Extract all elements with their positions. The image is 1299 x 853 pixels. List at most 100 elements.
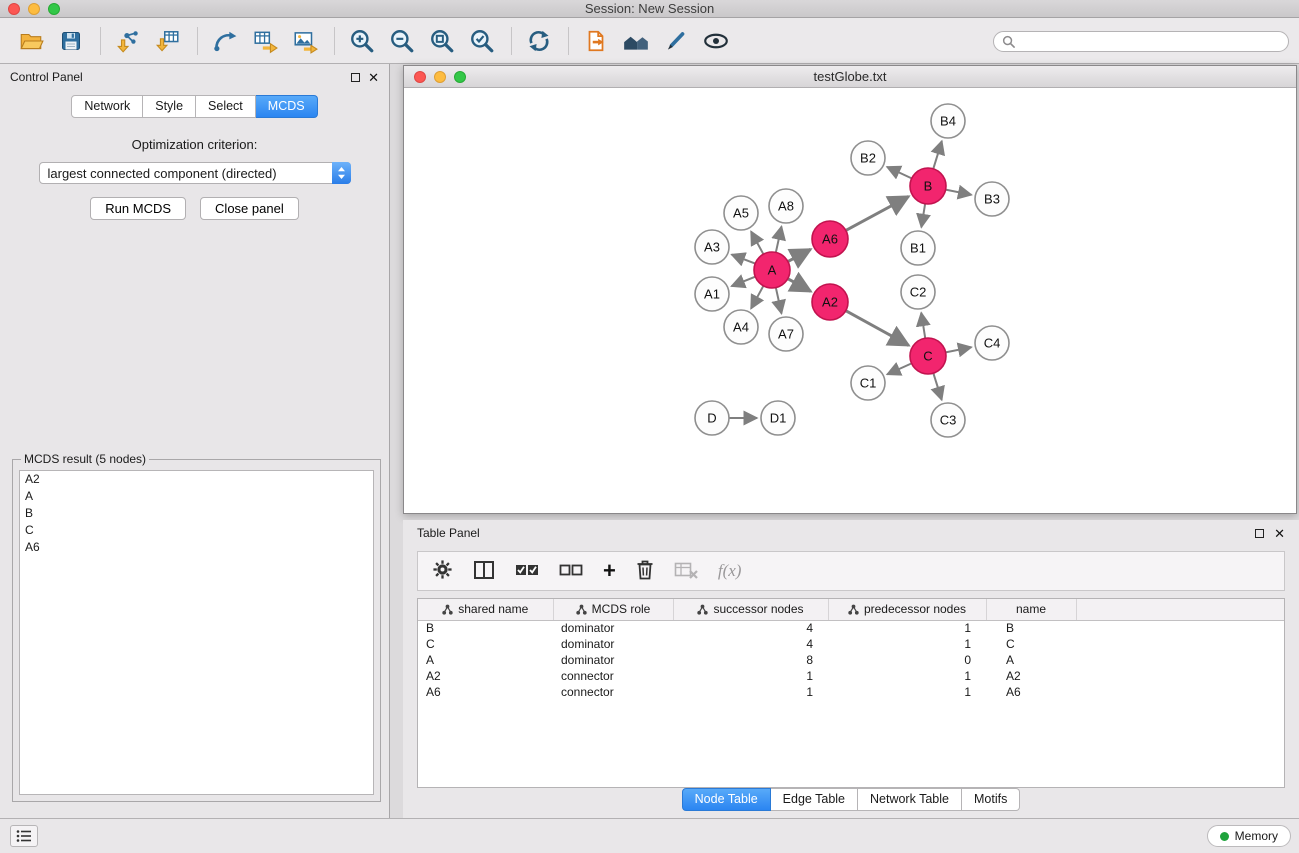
column-header-predecessor-nodes[interactable]: predecessor nodes	[828, 599, 986, 620]
graph-edge-C-C3[interactable]	[933, 373, 941, 400]
graph-edge-B-B4[interactable]	[933, 141, 942, 169]
delete-table-button[interactable]	[674, 561, 698, 582]
graph-edge-A-A6[interactable]	[788, 249, 811, 261]
table-cell[interactable]: C	[986, 636, 1076, 652]
close-panel-icon[interactable]: ✕	[1274, 527, 1285, 540]
column-header-name[interactable]: name	[986, 599, 1076, 620]
tab-edge-table[interactable]: Edge Table	[771, 788, 858, 811]
table-cell[interactable]: 1	[828, 636, 986, 652]
table-cell[interactable]: 1	[828, 620, 986, 636]
save-session-button[interactable]	[54, 24, 88, 58]
toolbar-search[interactable]	[993, 31, 1289, 52]
table-cell[interactable]: B	[986, 620, 1076, 636]
graph-edge-C-C2[interactable]	[921, 313, 925, 338]
table-cell[interactable]: C	[418, 636, 553, 652]
table-cell[interactable]: 1	[673, 668, 828, 684]
deselect-all-button[interactable]	[559, 562, 583, 581]
table-row[interactable]: Cdominator41C	[418, 636, 1284, 652]
network-graph[interactable]: B4B2BB3A8A5A6A3B1AC2A1A2A4A7C4CC1C3DD1	[404, 88, 1296, 513]
graph-edge-A-A3[interactable]	[732, 255, 756, 264]
result-item[interactable]: A2	[20, 471, 373, 488]
table-cell[interactable]: connector	[553, 684, 673, 700]
graph-edge-C-C1[interactable]	[887, 363, 911, 374]
table-row[interactable]: A6connector11A6	[418, 684, 1284, 700]
table-cell[interactable]: 1	[828, 668, 986, 684]
graph-edge-C-C4[interactable]	[946, 347, 972, 352]
graph-edge-A-A4[interactable]	[751, 286, 763, 309]
tab-style[interactable]: Style	[143, 95, 196, 118]
close-panel-icon[interactable]: ✕	[368, 71, 379, 84]
table-row[interactable]: Adominator80A	[418, 652, 1284, 668]
zoom-in-button[interactable]	[345, 24, 379, 58]
table-cell[interactable]: 4	[673, 620, 828, 636]
style-tool-button[interactable]	[659, 24, 693, 58]
optimization-criterion-dropdown[interactable]: largest connected component (directed)	[39, 162, 351, 184]
delete-button[interactable]	[636, 559, 654, 583]
table-cell[interactable]: dominator	[553, 652, 673, 668]
refresh-button[interactable]	[522, 24, 556, 58]
table-cell[interactable]: A6	[986, 684, 1076, 700]
table-row[interactable]: A2connector11A2	[418, 668, 1284, 684]
result-item[interactable]: B	[20, 505, 373, 522]
split-column-button[interactable]	[473, 560, 495, 583]
mcds-result-list[interactable]: A2ABCA6	[19, 470, 374, 795]
column-header-shared-name[interactable]: shared name	[418, 599, 553, 620]
table-cell[interactable]: 0	[828, 652, 986, 668]
select-all-button[interactable]	[515, 562, 539, 581]
zoom-selected-button[interactable]	[465, 24, 499, 58]
table-cell[interactable]: 4	[673, 636, 828, 652]
network-frame-titlebar[interactable]: testGlobe.txt	[404, 66, 1296, 88]
result-item[interactable]: A	[20, 488, 373, 505]
tab-node-table[interactable]: Node Table	[682, 788, 771, 811]
table-row[interactable]: Bdominator41B	[418, 620, 1284, 636]
graph-edge-A6-B[interactable]	[846, 196, 909, 230]
export-table-button[interactable]	[248, 24, 282, 58]
graph-edge-B-B1[interactable]	[921, 204, 925, 227]
result-item[interactable]: A6	[20, 539, 373, 556]
graph-edge-A2-C[interactable]	[846, 311, 909, 346]
graph-edge-A-A5[interactable]	[751, 231, 763, 254]
memory-button[interactable]: Memory	[1207, 825, 1291, 847]
table-settings-button[interactable]	[432, 559, 453, 583]
tab-mcds[interactable]: MCDS	[256, 95, 318, 118]
table-cell[interactable]: A2	[418, 668, 553, 684]
table-cell[interactable]: A6	[418, 684, 553, 700]
show-hide-button[interactable]	[699, 24, 733, 58]
home-button[interactable]	[619, 24, 653, 58]
graph-edge-A-A1[interactable]	[731, 277, 755, 287]
column-header-mcds-role[interactable]: MCDS role	[553, 599, 673, 620]
dropdown-stepper[interactable]	[332, 162, 351, 184]
import-table-button[interactable]	[151, 24, 185, 58]
float-panel-icon[interactable]	[1255, 529, 1264, 538]
open-session-button[interactable]	[14, 24, 48, 58]
run-mcds-button[interactable]: Run MCDS	[90, 197, 186, 220]
function-builder-button[interactable]: f(x)	[718, 561, 742, 581]
graph-edge-B-B3[interactable]	[946, 190, 972, 195]
table-cell[interactable]: dominator	[553, 636, 673, 652]
graph-edge-A-A8[interactable]	[776, 227, 782, 253]
table-cell[interactable]: 8	[673, 652, 828, 668]
table-cell[interactable]: A	[986, 652, 1076, 668]
add-column-icon[interactable]: +	[603, 560, 616, 582]
table-cell[interactable]: connector	[553, 668, 673, 684]
graph-edge-A-A7[interactable]	[776, 288, 782, 314]
table-cell[interactable]: A2	[986, 668, 1076, 684]
import-network-button[interactable]	[111, 24, 145, 58]
export-network-button[interactable]	[208, 24, 242, 58]
tab-network-table[interactable]: Network Table	[858, 788, 962, 811]
task-history-button[interactable]	[10, 825, 38, 847]
tab-select[interactable]: Select	[196, 95, 256, 118]
result-item[interactable]: C	[20, 522, 373, 539]
search-input[interactable]	[1020, 35, 1280, 49]
zoom-out-button[interactable]	[385, 24, 419, 58]
zoom-fit-button[interactable]	[425, 24, 459, 58]
float-panel-icon[interactable]	[351, 73, 360, 82]
table-cell[interactable]: A	[418, 652, 553, 668]
table-cell[interactable]: 1	[673, 684, 828, 700]
column-header-successor-nodes[interactable]: successor nodes	[673, 599, 828, 620]
table-cell[interactable]: B	[418, 620, 553, 636]
export-image-button[interactable]	[288, 24, 322, 58]
open-recent-file-button[interactable]	[579, 24, 613, 58]
graph-edge-B-B2[interactable]	[887, 167, 912, 179]
table-cell[interactable]: 1	[828, 684, 986, 700]
